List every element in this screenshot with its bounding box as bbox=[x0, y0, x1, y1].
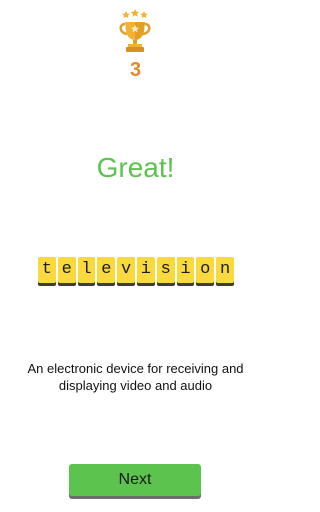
word-tiles: t e l e v i s i o n bbox=[38, 257, 234, 287]
letter-tile: t bbox=[38, 257, 56, 283]
letter-tile: i bbox=[176, 257, 195, 283]
word-definition: An electronic device for receiving and d… bbox=[27, 361, 244, 393]
letter-tile: n bbox=[216, 257, 234, 283]
trophy-icon bbox=[117, 9, 153, 53]
letter-tile: s bbox=[156, 257, 175, 283]
letter-tile: e bbox=[97, 257, 116, 283]
result-screen: 3 Great! t e l e v i s i o n An electron… bbox=[0, 0, 271, 512]
score-value: 3 bbox=[129, 59, 142, 81]
result-headline: Great! bbox=[96, 152, 175, 183]
letter-tile: e bbox=[57, 257, 76, 283]
letter-tile: i bbox=[136, 257, 155, 283]
letter-tile: v bbox=[117, 257, 135, 283]
letter-tile: o bbox=[196, 257, 215, 283]
next-button[interactable]: Next bbox=[69, 464, 201, 496]
letter-tile: l bbox=[77, 257, 96, 283]
